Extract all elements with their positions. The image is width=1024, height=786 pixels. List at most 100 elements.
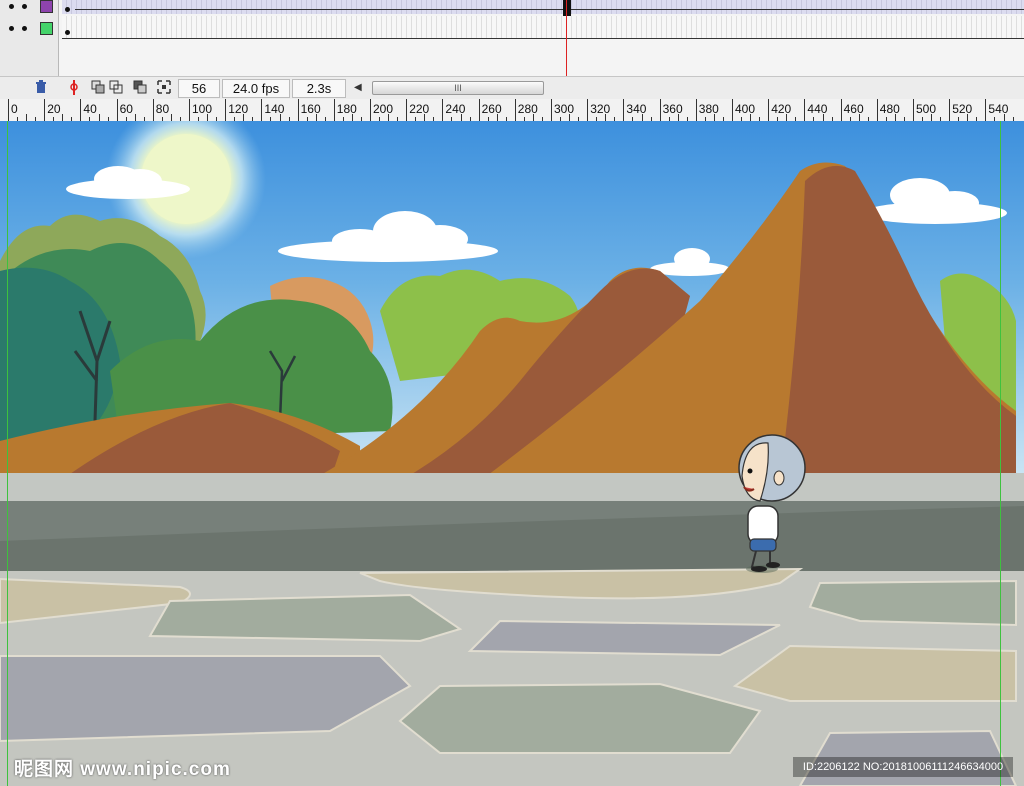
modify-markers-icon[interactable] (156, 80, 171, 95)
ruler-minor-tick (424, 114, 426, 121)
ruler-minor-tick (713, 114, 715, 121)
ruler-minor-tick (279, 114, 281, 121)
playhead-line[interactable] (566, 0, 567, 76)
layer-color-swatch[interactable] (40, 22, 53, 35)
ruler-major-tick (587, 99, 589, 121)
stage-canvas[interactable] (0, 121, 1024, 786)
ruler-tick-label: 80 (155, 102, 170, 116)
ruler-major-tick (695, 99, 697, 121)
ruler-major-tick (152, 99, 154, 121)
ruler-major-tick (804, 99, 806, 121)
ruler-tick-label: 360 (662, 102, 683, 116)
ruler-minor-tick (207, 114, 209, 121)
ruler-major-tick (333, 99, 335, 121)
ruler-minor-tick (26, 114, 28, 121)
onion-skin-outlines-icon[interactable] (108, 80, 123, 95)
ruler-minor-tick (134, 114, 136, 121)
ruler-tick-label: 40 (83, 102, 97, 116)
ruler-minor-tick (351, 114, 353, 121)
ruler-minor-tick (496, 114, 498, 121)
ruler-minor-tick (532, 114, 534, 121)
ruler-tick-label: 320 (590, 102, 611, 116)
ruler-tick-label: 60 (119, 102, 133, 116)
ruler-major-tick (732, 99, 733, 121)
ruler-major-tick (659, 99, 661, 121)
ruler-major-tick (406, 99, 408, 121)
trash-icon[interactable] (33, 80, 48, 95)
ruler-major-tick (949, 99, 951, 121)
lock-dot-icon[interactable] (22, 4, 27, 9)
timeline-panel (0, 0, 1024, 76)
ruler-tick-label: 440 (807, 102, 828, 116)
ruler-major-tick (225, 99, 227, 121)
ruler-major-tick (913, 99, 914, 121)
ruler-minor-tick (677, 114, 679, 121)
ruler-minor-tick (786, 114, 788, 121)
ruler-tick-label: 340 (626, 102, 647, 116)
ruler-tick-label: 160 (300, 102, 321, 116)
layer-color-swatch[interactable] (40, 0, 53, 13)
watermark-text: 昵图网 www.nipic.com (14, 759, 231, 780)
edit-multiple-frames-icon[interactable] (132, 80, 147, 95)
frame-strip-1[interactable] (62, 0, 1024, 14)
ruler-major-tick (478, 99, 480, 121)
horizontal-ruler[interactable]: 0 20 40 60 80 100 120 140 160 180 200 220 240 260 280 3… (0, 99, 1024, 122)
ruler-minor-tick (569, 114, 571, 121)
ruler-minor-tick (822, 114, 824, 121)
current-frame-field[interactable]: 56 (178, 79, 220, 98)
ruler-minor-tick (388, 114, 390, 121)
ruler-major-tick (442, 99, 444, 121)
ruler-minor-tick (750, 114, 752, 121)
ruler-tick-label: 480 (879, 102, 900, 116)
ruler-major-tick (514, 99, 516, 121)
watermark-id: ID:2206122 NO:20181006111246634000 (793, 757, 1013, 777)
ruler-tick-label: 540 (988, 102, 1009, 116)
ruler-tick-label: 140 (264, 102, 285, 116)
ruler-major-tick (551, 99, 552, 121)
ruler-tick-label: 300 (554, 102, 575, 116)
ruler-tick-label: 100 (192, 102, 213, 116)
ruler-minor-tick (858, 114, 860, 121)
ruler-tick-label: 460 (843, 102, 864, 116)
visibility-dot-icon[interactable] (9, 26, 14, 31)
playhead-handle[interactable] (563, 0, 571, 16)
frame-rate-field[interactable]: 24.0 fps (222, 79, 290, 98)
frame-strip-2[interactable] (62, 16, 1024, 38)
layer-header-empty (0, 40, 59, 76)
timeline-scrollbar[interactable]: ◀ III (352, 79, 544, 96)
ruler-minor-tick (894, 114, 896, 121)
keyframe-icon[interactable] (65, 30, 70, 35)
onion-skin-icon[interactable] (90, 80, 105, 95)
scroll-left-arrow-icon[interactable]: ◀ (354, 79, 362, 96)
ruler-tick-label: 380 (698, 102, 719, 116)
ruler-tick-label: 120 (228, 102, 249, 116)
ruler-minor-tick (1003, 114, 1005, 121)
ruler-major-tick (840, 99, 842, 121)
ruler-tick-label: 520 (952, 102, 973, 116)
scrollbar-thumb[interactable]: III (372, 81, 544, 95)
ruler-tick-label: 400 (735, 102, 756, 116)
ruler-tick-label: 420 (771, 102, 792, 116)
ruler-major-tick (261, 99, 263, 121)
ruler-major-tick (44, 99, 46, 121)
ruler-major-tick (876, 99, 878, 121)
timeline-layer-row-2[interactable] (0, 16, 1024, 42)
ruler-minor-tick (931, 114, 933, 121)
ruler-tick-label: 200 (373, 102, 394, 116)
lock-dot-icon[interactable] (22, 26, 27, 31)
guide-line-right (1000, 121, 1001, 786)
timeline-toolbar: 56 24.0 fps 2.3s ◀ III (0, 76, 1024, 100)
keyframe-icon[interactable] (65, 7, 70, 12)
ruler-major-tick (768, 99, 770, 121)
ruler-minor-tick (605, 114, 607, 121)
ruler-major-tick (116, 99, 118, 121)
visibility-dot-icon[interactable] (9, 4, 14, 9)
layer-header-2[interactable] (0, 16, 59, 42)
elapsed-time-field[interactable]: 2.3s (292, 79, 346, 98)
ruler-major-tick (297, 99, 299, 121)
ruler-minor-tick (170, 114, 172, 121)
ruler-tick-label: 500 (916, 102, 937, 116)
ruler-tick-label: 260 (481, 102, 502, 116)
center-frame-icon[interactable] (66, 80, 81, 95)
tween-line (75, 9, 1024, 10)
